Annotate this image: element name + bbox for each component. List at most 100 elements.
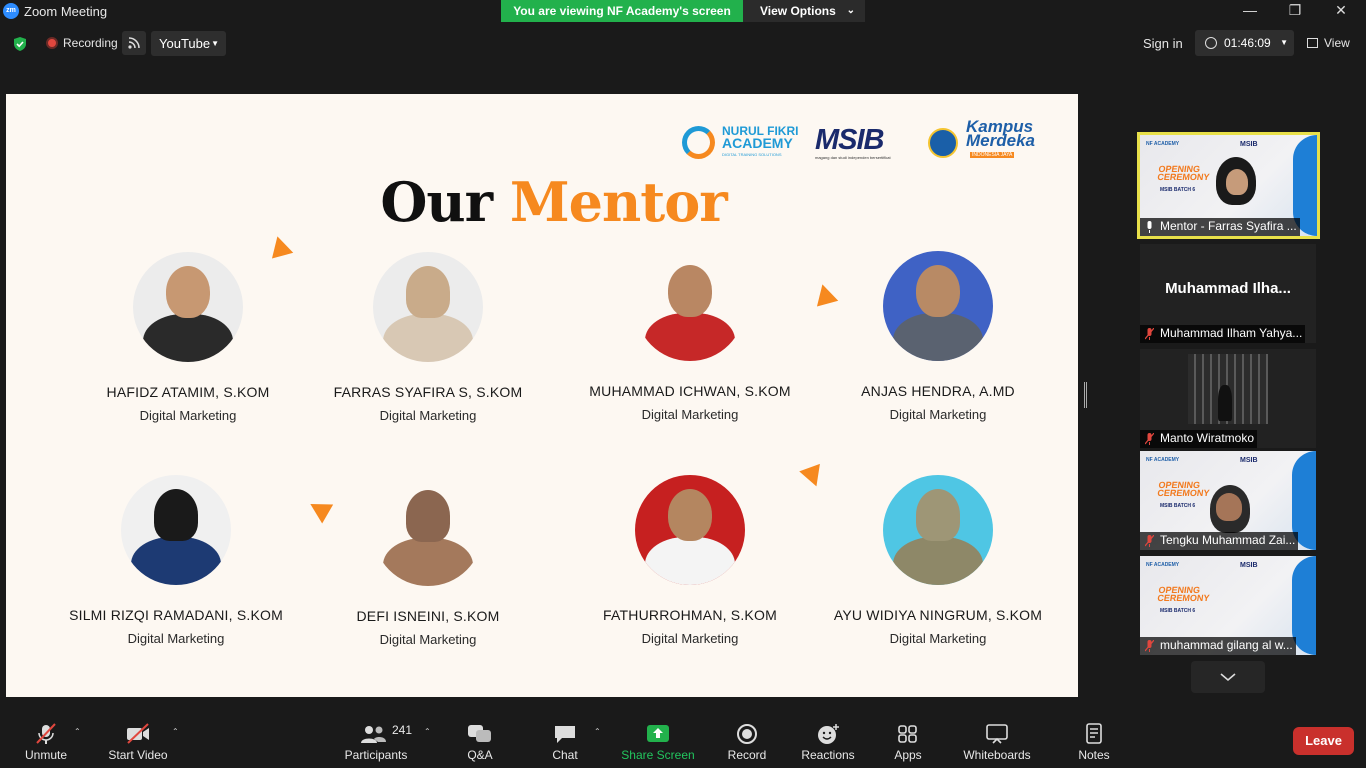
km-line2: Merdeka (966, 131, 1035, 150)
nf-academy-logo-text: NURUL FIKRI ACADEMY (722, 125, 798, 150)
participant-tile[interactable]: NF ACADEMY MSIB OPENING CEREMONY MSIB BA… (1140, 451, 1316, 550)
reactions-button[interactable]: Reactions (799, 711, 857, 768)
mentor-photo (121, 475, 231, 585)
whiteboard-icon (986, 724, 1008, 744)
unmute-button[interactable]: Unmute (18, 711, 74, 768)
minimize-icon: — (1243, 2, 1257, 18)
record-icon (737, 724, 757, 744)
mentor-card: FATHURROHMAN, S.KOM Digital Marketing (565, 475, 815, 646)
panel-resize-handle[interactable] (1084, 382, 1087, 408)
window-title: Zoom Meeting (24, 4, 108, 19)
screen-share-banner: You are viewing NF Academy's screen (501, 0, 743, 22)
slide-title: Our Mentor (6, 170, 1078, 234)
title-bar: zm Zoom Meeting You are viewing NF Acade… (0, 0, 1366, 22)
chat-icon (555, 726, 575, 743)
restore-button[interactable]: ❐ (1272, 0, 1318, 22)
leave-meeting-button[interactable]: Leave (1293, 727, 1354, 755)
mentor-card: AYU WIDIYA NINGRUM, S.KOM Digital Market… (813, 475, 1063, 646)
participant-face (1226, 169, 1248, 195)
apps-icon (898, 725, 917, 743)
bg-batch: MSIB BATCH 6 (1160, 187, 1196, 193)
participant-tile[interactable]: NF ACADEMY MSIB OPENING CEREMONY MSIB BA… (1140, 556, 1316, 655)
shared-screen: NURUL FIKRI ACADEMY DIGITAL TRAINING SOLU… (6, 94, 1078, 697)
start-video-button[interactable]: Start Video (104, 711, 172, 768)
participants-options-caret[interactable]: ⌃ (422, 711, 434, 768)
mic-muted-icon (36, 723, 56, 744)
view-label: View (1324, 36, 1350, 50)
zoom-window: zm Zoom Meeting You are viewing NF Acade… (0, 0, 1366, 768)
chat-options-caret[interactable]: ⌃ (592, 711, 604, 768)
view-grid-icon (1307, 38, 1318, 48)
mentor-role: Digital Marketing (889, 631, 987, 646)
live-stream-button[interactable] (122, 31, 146, 55)
qa-icon (468, 725, 491, 742)
participant-name: Muhammad Ilham Yahya... (1140, 325, 1306, 343)
meeting-timer[interactable]: 01:46:09 ▼ (1195, 30, 1294, 56)
mentor-card: MUHAMMAD ICHWAN, S.KOM Digital Marketing (565, 251, 815, 422)
record-label: Record (727, 748, 767, 762)
participant-name-text: muhammad gilang al w... (1160, 638, 1293, 652)
mentor-photo (635, 251, 745, 361)
mentor-name: MUHAMMAD ICHWAN, S.KOM (589, 383, 791, 399)
minimize-button[interactable]: — (1227, 0, 1273, 22)
mentor-name: AYU WIDIYA NINGRUM, S.KOM (833, 607, 1043, 623)
participants-label: Participants (344, 748, 408, 762)
bg-nf-label: NF ACADEMY (1146, 141, 1180, 147)
title-word-2: Mentor (509, 170, 728, 234)
scroll-gallery-down-button[interactable] (1191, 661, 1265, 693)
close-button[interactable]: ✕ (1318, 0, 1364, 22)
caret-down-icon: ▼ (1280, 38, 1288, 47)
share-screen-button[interactable]: Share Screen (620, 711, 696, 768)
participant-tile-active-speaker[interactable]: NF ACADEMY MSIB OPENING CEREMONY MSIB BA… (1137, 132, 1320, 239)
mentor-card: ANJAS HENDRA, A.MD Digital Marketing (813, 251, 1063, 422)
view-options-button[interactable]: View Options ⌄ (743, 0, 865, 22)
close-icon: ✕ (1335, 2, 1347, 18)
audio-options-caret[interactable]: ⌃ (72, 711, 84, 768)
msib-tagline: magang dan studi independen bersertifika… (815, 155, 891, 160)
chat-button[interactable]: Chat (543, 711, 587, 768)
view-options-label: View Options (760, 4, 836, 18)
participants-count: 241 (392, 723, 413, 737)
bg-msib-label: MSIB (1240, 141, 1258, 148)
mentor-role: Digital Marketing (641, 631, 739, 646)
reactions-icon (818, 724, 839, 744)
sign-in-link[interactable]: Sign in (1143, 36, 1183, 51)
participants-icon (361, 726, 386, 743)
video-options-caret[interactable]: ⌃ (170, 711, 182, 768)
participant-tile[interactable]: Manto Wiratmoko (1140, 349, 1316, 448)
view-button[interactable]: View (1307, 36, 1350, 50)
msib-logo: MSIB (815, 124, 884, 156)
mic-muted-icon (1145, 328, 1154, 340)
notes-button[interactable]: Notes (1072, 711, 1116, 768)
video-off-icon (127, 723, 149, 744)
share-screen-label: Share Screen (621, 748, 695, 762)
mic-muted-icon (1145, 640, 1154, 652)
mic-muted-icon (1145, 535, 1154, 547)
nf-tagline: DIGITAL TRAINING SOLUTIONS (722, 152, 782, 157)
recording-label[interactable]: Recording (63, 36, 118, 50)
whiteboards-button[interactable]: Whiteboards (957, 711, 1037, 768)
mic-on-icon (1147, 221, 1152, 233)
mentor-card: HAFIDZ ATAMIM, S.KOM Digital Marketing (63, 252, 313, 423)
qa-button[interactable]: Q&A (458, 711, 502, 768)
zoom-logo-icon: zm (3, 3, 19, 19)
start-video-label: Start Video (108, 748, 168, 762)
encryption-shield-icon[interactable] (12, 36, 28, 52)
mentor-name: SILMI RIZQI RAMADANI, S.KOM (69, 607, 283, 623)
unmute-label: Unmute (24, 748, 68, 762)
participants-button[interactable]: 241 Participants (340, 711, 412, 768)
km-tagline: INDONESIA JAYA (970, 152, 1015, 158)
caret-up-icon: ⌃ (172, 727, 179, 736)
qa-label: Q&A (467, 748, 493, 762)
bg-batch: MSIB BATCH 6 (1160, 608, 1196, 614)
recording-icon[interactable] (46, 37, 58, 49)
mentor-name: HAFIDZ ATAMIM, S.KOM (106, 384, 270, 400)
mentor-role: Digital Marketing (139, 408, 237, 423)
mentor-role: Digital Marketing (379, 408, 477, 423)
tut-wuri-emblem-icon (928, 128, 958, 158)
apps-button[interactable]: Apps (887, 711, 929, 768)
mentor-role: Digital Marketing (379, 632, 477, 647)
record-button[interactable]: Record (723, 711, 771, 768)
participant-tile[interactable]: Muhammad Ilha... Muhammad Ilham Yahya... (1140, 244, 1316, 343)
livestream-target-dropdown[interactable]: YouTube ▼ (151, 31, 226, 56)
